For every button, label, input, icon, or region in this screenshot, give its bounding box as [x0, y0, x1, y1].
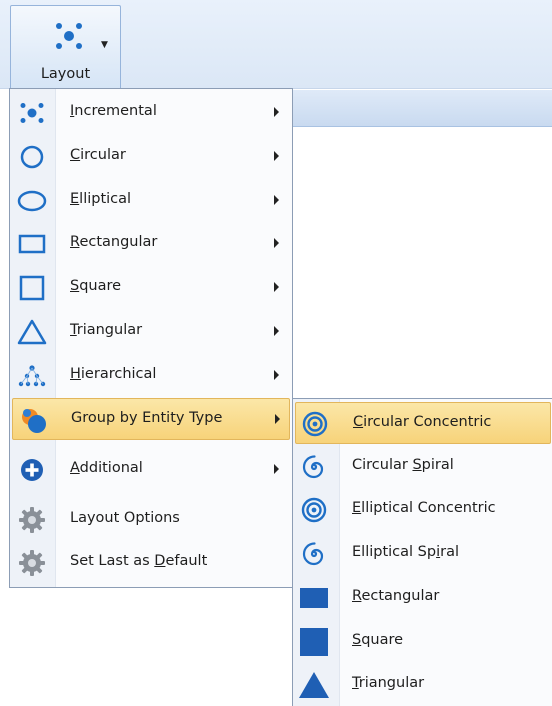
- square-outline-icon: [15, 271, 49, 305]
- concentric-circles-icon: [298, 407, 332, 441]
- menu-item-label: Rectangular: [70, 234, 158, 250]
- submenu-arrow-icon: [274, 464, 279, 474]
- submenu-item-label: Circular Concentric: [353, 414, 492, 430]
- group-by-entity-type-submenu: Circular Concentric Circular Spiral Elli…: [292, 398, 552, 706]
- menu-item-label: Set Last as Default: [70, 553, 208, 569]
- menu-item-label: Incremental: [70, 103, 157, 119]
- filled-rectangle-icon: [297, 581, 331, 615]
- chevron-down-icon: ▼: [101, 40, 108, 50]
- layout-button-label: Layout: [40, 66, 91, 82]
- menu-item-label: Group by Entity Type: [71, 410, 223, 426]
- submenu-item-circular-concentric[interactable]: Circular Concentric: [295, 402, 551, 444]
- menu-item-label: Additional: [70, 460, 143, 476]
- layout-dots-icon: [56, 23, 82, 49]
- incremental-dots-icon: [15, 96, 49, 130]
- submenu-item-label: Elliptical Concentric: [352, 500, 496, 516]
- menu-item-elliptical[interactable]: Elliptical: [12, 180, 290, 222]
- gear-icon: [15, 503, 49, 537]
- triangle-outline-icon: [15, 315, 49, 349]
- submenu-arrow-icon: [274, 195, 279, 205]
- menu-item-label: Square: [70, 278, 122, 294]
- submenu-item-label: Circular Spiral: [352, 457, 454, 473]
- hierarchy-dots-icon: [15, 359, 49, 393]
- menu-item-additional[interactable]: Additional: [12, 449, 290, 491]
- submenu-item-label: Square: [352, 632, 404, 648]
- menu-item-square[interactable]: Square: [12, 267, 290, 309]
- concentric-circles-icon: [297, 493, 331, 527]
- layout-menu: Incremental Circular Elliptical Rectangu…: [9, 88, 293, 588]
- ribbon-lower-strip: [293, 90, 552, 127]
- menu-item-group-by-entity-type[interactable]: Group by Entity Type: [12, 398, 290, 440]
- spiral-icon: [297, 537, 331, 571]
- menu-item-label: Elliptical: [70, 191, 132, 207]
- menu-item-rectangular[interactable]: Rectangular: [12, 223, 290, 265]
- menu-item-incremental[interactable]: Incremental: [12, 92, 290, 134]
- submenu-item-label: Elliptical Spiral: [352, 544, 459, 560]
- menu-item-triangular[interactable]: Triangular: [12, 311, 290, 353]
- menu-item-layout-options[interactable]: Layout Options: [12, 499, 290, 541]
- submenu-item-label: Rectangular: [352, 588, 440, 604]
- submenu-item-circular-spiral[interactable]: Circular Spiral: [295, 446, 551, 488]
- submenu-item-label: Triangular: [352, 675, 425, 691]
- submenu-item-elliptical-concentric[interactable]: Elliptical Concentric: [295, 489, 551, 531]
- filled-triangle-icon: [297, 668, 331, 702]
- submenu-item-triangular[interactable]: Triangular: [295, 664, 551, 706]
- submenu-arrow-icon: [274, 151, 279, 161]
- menu-item-set-last-as-default[interactable]: Set Last as Default: [12, 542, 290, 584]
- submenu-item-elliptical-spiral[interactable]: Elliptical Spiral: [295, 533, 551, 575]
- entity-groups-icon: [16, 403, 50, 437]
- submenu-arrow-icon: [274, 107, 279, 117]
- menu-item-hierarchical[interactable]: Hierarchical: [12, 355, 290, 397]
- menu-item-label: Triangular: [70, 322, 143, 338]
- submenu-arrow-icon: [274, 282, 279, 292]
- menu-item-label: Circular: [70, 147, 126, 163]
- rectangle-outline-icon: [15, 227, 49, 261]
- submenu-item-square[interactable]: Square: [295, 621, 551, 663]
- menu-item-circular[interactable]: Circular: [12, 136, 290, 178]
- submenu-arrow-icon: [274, 238, 279, 248]
- submenu-arrow-icon: [274, 326, 279, 336]
- circle-outline-icon: [15, 140, 49, 174]
- ellipse-outline-icon: [15, 184, 49, 218]
- menu-item-label: Hierarchical: [70, 366, 157, 382]
- submenu-arrow-icon: [275, 414, 280, 424]
- filled-square-icon: [297, 625, 331, 659]
- submenu-item-rectangular[interactable]: Rectangular: [295, 577, 551, 619]
- layout-button[interactable]: ▼ Layout: [10, 5, 121, 88]
- menu-item-label: Layout Options: [70, 510, 180, 526]
- submenu-arrow-icon: [274, 370, 279, 380]
- plus-circle-icon: [15, 453, 49, 487]
- gear-icon: [15, 546, 49, 580]
- spiral-icon: [297, 450, 331, 484]
